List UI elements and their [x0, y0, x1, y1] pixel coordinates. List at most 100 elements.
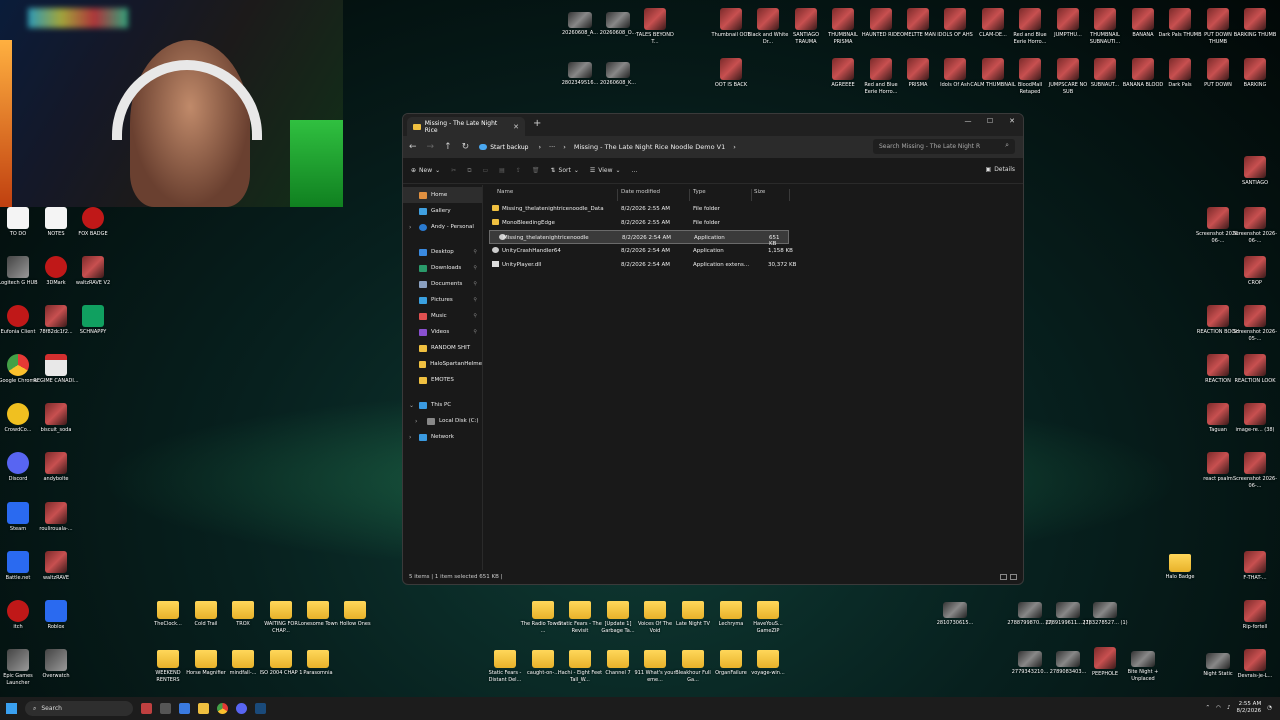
refresh-button[interactable]: ↻	[462, 142, 470, 152]
desktop-icon-item[interactable]: TALES BEYOND T...	[632, 8, 678, 46]
rename-icon[interactable]: ▤	[499, 167, 505, 174]
view-button[interactable]: ☰ View ⌄	[590, 167, 621, 174]
column-divider[interactable]	[751, 189, 752, 201]
maximize-button[interactable]: ☐	[979, 114, 1001, 128]
volume-icon[interactable]: ♪	[1227, 705, 1231, 711]
desktop-icon-item[interactable]: OOT IS BACK	[708, 58, 754, 89]
sidebar-item-personal[interactable]: › Andy - Personal	[403, 219, 482, 235]
desktop-icon-item[interactable]: HaveYouS... GameZIP	[745, 598, 791, 635]
desktop-icon-item[interactable]: voyage-win...	[745, 647, 791, 677]
start-button[interactable]	[6, 703, 17, 714]
chevron-right-icon[interactable]: ›	[409, 224, 411, 231]
column-type[interactable]: Type	[693, 189, 706, 195]
column-date[interactable]: Date modified	[621, 189, 660, 195]
breadcrumb[interactable]: › ··· › Missing - The Late Night Rice No…	[538, 143, 735, 151]
desktop-icon-item[interactable]: Screenshot 2026-06-...	[1232, 452, 1278, 490]
taskbar-app-icon[interactable]	[141, 703, 152, 714]
sidebar-item-thispc[interactable]: ⌄ This PC	[403, 397, 482, 413]
column-divider[interactable]	[689, 189, 690, 201]
sidebar-item-videos[interactable]: Videos ⚲	[403, 324, 482, 340]
desktop-icon-item[interactable]: Screenshot 2026-06-...	[1232, 207, 1278, 245]
close-tab-icon[interactable]: ✕	[513, 123, 519, 131]
start-backup-button[interactable]: Start backup	[479, 144, 528, 151]
desktop-icon-item[interactable]: Rip-fortell	[1232, 600, 1278, 631]
delete-icon[interactable]: 🗑	[532, 167, 540, 174]
sidebar-item-localdisk[interactable]: › Local Disk (C:)	[403, 413, 482, 429]
desktop-icon-item[interactable]: FOX BADGE	[70, 207, 116, 238]
sidebar-item-downloads[interactable]: Downloads ⚲	[403, 260, 482, 276]
desktop-icon-item[interactable]: F-THAT-...	[1232, 551, 1278, 582]
discord-icon[interactable]	[236, 703, 247, 714]
chevron-down-icon[interactable]: ⌄	[409, 402, 414, 409]
column-size[interactable]: Size	[754, 189, 765, 195]
desktop-icon-item[interactable]: BARKING	[1232, 58, 1278, 89]
breadcrumb-current[interactable]: Missing - The Late Night Rice Noodle Dem…	[574, 143, 725, 151]
desktop-icon-item[interactable]: Bite Night + Unplaced	[1120, 647, 1166, 683]
desktop-icon-item[interactable]: 20260608_K...	[595, 58, 641, 87]
steam-icon[interactable]	[255, 703, 266, 714]
file-row[interactable]: UnityCrashHandler64 8/2/2026 2:54 AM Appli…	[483, 244, 1023, 258]
desktop-icon-item[interactable]: Roblox	[33, 600, 79, 631]
file-row[interactable]: UnityPlayer.dll 8/2/2026 2:54 AM Applicati…	[483, 258, 1023, 272]
sidebar-item-gallery[interactable]: Gallery	[403, 203, 482, 219]
desktop-icon-item[interactable]: 2810730615...	[932, 598, 978, 627]
search-input[interactable]: Search Missing - The Late Night R ⌕	[873, 139, 1015, 154]
sidebar-item-pictures[interactable]: Pictures ⚲	[403, 292, 482, 308]
sidebar-item-random[interactable]: RANDOM SHIT	[403, 340, 482, 356]
sidebar-item-network[interactable]: › Network	[403, 429, 482, 445]
desktop-icon-item[interactable]: Overwatch	[33, 649, 79, 680]
desktop-icon-item[interactable]: roulirouala-...	[33, 502, 79, 533]
back-button[interactable]: ←	[409, 142, 417, 152]
share-icon[interactable]: ⇪	[516, 167, 521, 174]
file-explorer-icon[interactable]	[198, 703, 209, 714]
column-name[interactable]: Name	[497, 189, 513, 195]
new-button[interactable]: ⊕ New ⌄	[411, 167, 440, 174]
new-tab-button[interactable]: +	[533, 118, 541, 129]
desktop-icon-item[interactable]: waltzRAVE V2	[70, 256, 116, 287]
tiles-view-icon[interactable]	[1010, 574, 1017, 580]
details-button[interactable]: ▣ Details	[986, 166, 1015, 173]
chevron-right-icon[interactable]: ›	[415, 418, 417, 425]
chevron-up-icon[interactable]: ⌃	[1206, 705, 1211, 711]
wifi-icon[interactable]: ◠	[1216, 705, 1221, 711]
sidebar-item-desktop[interactable]: Desktop ⚲	[403, 244, 482, 260]
notification-icon[interactable]: ◔	[1267, 705, 1272, 711]
desktop-icon-item[interactable]: SANTIAGO	[1232, 156, 1278, 187]
details-view-icon[interactable]	[1000, 574, 1007, 580]
desktop-icon-item[interactable]: Hollow Ones	[332, 598, 378, 628]
up-button[interactable]: ↑	[444, 142, 452, 152]
sidebar-item-music[interactable]: Music ⚲	[403, 308, 482, 324]
file-row[interactable]: MonoBleedingEdge 8/2/2026 2:55 AM File fol…	[483, 216, 1023, 230]
copy-icon[interactable]: ⧉	[467, 167, 471, 175]
minimize-button[interactable]: —	[957, 114, 979, 128]
desktop-icon-item[interactable]: andybolte	[33, 452, 79, 483]
clock[interactable]: 2:55 AM 8/2/2026	[1236, 701, 1261, 715]
edge-icon[interactable]	[179, 703, 190, 714]
task-view-icon[interactable]	[160, 703, 171, 714]
desktop-icon-item[interactable]: BARKING THUMB	[1232, 8, 1278, 39]
forward-button[interactable]: →	[427, 142, 435, 152]
more-options-button[interactable]: ...	[632, 167, 638, 174]
sidebar-item-documents[interactable]: Documents ⚲	[403, 276, 482, 292]
explorer-tab[interactable]: Missing - The Late Night Rice ✕	[407, 117, 525, 136]
chrome-icon[interactable]	[217, 703, 228, 714]
desktop-icon-item[interactable]: CROP	[1232, 256, 1278, 287]
desktop-icon-item[interactable]: 2783278527... (1)	[1082, 598, 1128, 627]
paste-icon[interactable]: ▭	[482, 167, 488, 174]
desktop-icon-item[interactable]: Devrais-je-L...	[1232, 649, 1278, 680]
file-row[interactable]: Missing_thelatenightricenoodle_Data 8/2/2…	[483, 202, 1023, 216]
desktop-icon-item[interactable]: Halo Badge	[1157, 551, 1203, 581]
desktop-icon-item[interactable]: waltzRAVE	[33, 551, 79, 582]
desktop-icon-item[interactable]: REGIME CANADI...	[33, 354, 79, 385]
desktop-icon-item[interactable]: REACTION LOOK	[1232, 354, 1278, 385]
cut-icon[interactable]: ✂	[451, 167, 456, 174]
file-row[interactable]: Missing_thelatenightricenoodle 8/2/2026 2…	[489, 230, 789, 247]
chevron-right-icon[interactable]: ›	[409, 434, 411, 441]
desktop-icon-item[interactable]: image-re... (38)	[1232, 403, 1278, 434]
breadcrumb-overflow[interactable]: ···	[549, 143, 555, 151]
close-window-button[interactable]: ✕	[1001, 114, 1023, 128]
column-divider[interactable]	[617, 189, 618, 201]
desktop-icon-item[interactable]: Parasomnia	[295, 647, 341, 677]
sidebar-item-home[interactable]: Home	[403, 187, 482, 203]
desktop-icon-item[interactable]: biscuit_soda	[33, 403, 79, 434]
